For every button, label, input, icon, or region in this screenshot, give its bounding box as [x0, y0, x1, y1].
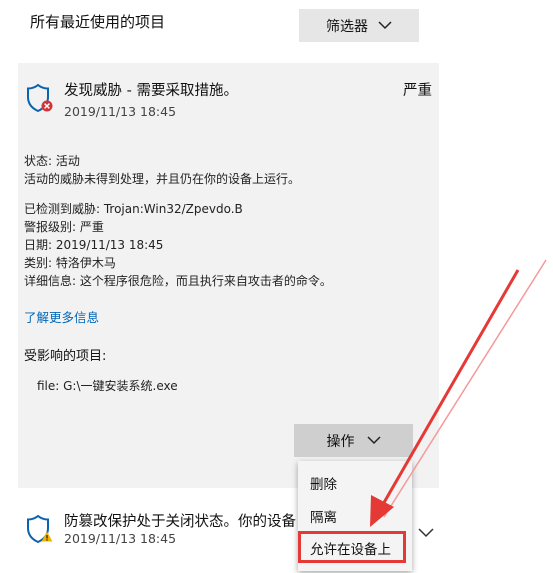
shield-error-icon: [27, 83, 53, 113]
detected-threat: 已检测到威胁: Trojan:Win32/Zpevdo.B: [24, 202, 243, 216]
filter-label: 筛选器: [326, 18, 368, 35]
affected-items-heading: 受影响的项目:: [24, 349, 107, 364]
tamper-protection-title: 防篡改保护处于关闭状态。你的设备: [64, 514, 296, 530]
status-line: 状态: 活动: [24, 154, 80, 168]
threat-date: 2019/11/13 18:45: [64, 104, 177, 119]
annotation-arrow-icon: [370, 259, 547, 527]
threat-title: 发现威胁 - 需要采取措施。: [64, 83, 238, 99]
alert-level: 警报级别: 严重: [24, 220, 104, 234]
learn-more-link[interactable]: 了解更多信息: [24, 307, 99, 326]
quarantine-menu-item[interactable]: 隔离: [310, 506, 337, 526]
status-description: 活动的威胁未得到处理，并且仍在你的设备上运行。: [24, 172, 301, 186]
filter-button[interactable]: 筛选器: [299, 9, 419, 42]
tamper-date: 2019/11/13 18:45: [64, 531, 177, 546]
threat-category: 类别: 特洛伊木马: [24, 256, 116, 270]
shield-warning-icon: [27, 514, 53, 544]
page-title: 所有最近使用的项目: [30, 13, 166, 31]
delete-menu-item[interactable]: 删除: [310, 473, 337, 493]
chevron-down-icon: [378, 21, 392, 30]
threat-details: 详细信息: 这个程序很危险，而且执行来自攻击者的命令。: [24, 274, 332, 288]
affected-file: file: G:\一键安装系统.exe: [37, 379, 178, 393]
severity-label: 严重: [403, 83, 432, 99]
threat-date-line: 日期: 2019/11/13 18:45: [24, 238, 164, 252]
